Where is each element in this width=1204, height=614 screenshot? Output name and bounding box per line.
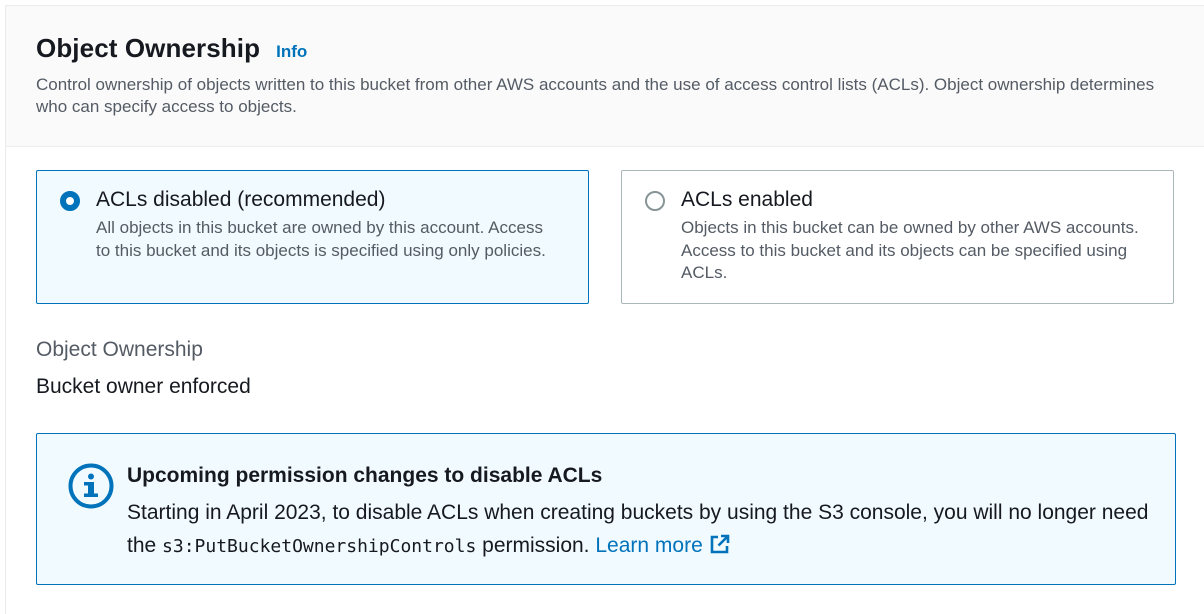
title-row: Object Ownership Info [36,33,307,64]
alert-permission-code: s3:PutBucketOwnershipControls [162,536,477,557]
acls-enabled-radio[interactable] [645,191,665,211]
alert-title: Upcoming permission changes to disable A… [127,464,603,487]
alert-body-text-end: permission. [476,534,596,557]
acls-disabled-description: All objects in this bucket are owned by … [96,218,546,260]
info-circle-icon [68,463,114,509]
info-alert: Upcoming permission changes to disable A… [36,433,1176,585]
ownership-field-label: Object Ownership [36,338,203,361]
section-description: Control ownership of objects written to … [36,75,1155,116]
acls-enabled-label: ACLs enabled [681,188,813,211]
alert-body: Starting in April 2023, to disable ACLs … [127,496,1157,563]
learn-more-link[interactable]: Learn more [595,534,730,557]
acls-disabled-radio[interactable] [60,191,80,211]
section-title: Object Ownership [36,33,261,63]
external-link-icon [710,534,730,554]
ownership-field-value: Bucket owner enforced [36,375,251,398]
acls-disabled-tile[interactable]: ACLs disabled (recommended) All objects … [36,170,589,304]
info-link[interactable]: Info [276,42,307,62]
acls-disabled-label: ACLs disabled (recommended) [96,188,386,211]
acls-enabled-description: Objects in this bucket can be owned by o… [681,218,1139,282]
learn-more-label: Learn more [595,534,703,557]
acls-enabled-tile[interactable]: ACLs enabled Objects in this bucket can … [621,170,1174,304]
object-ownership-panel: Object Ownership Info Control ownership … [5,5,1204,614]
panel-header: Object Ownership Info Control ownership … [6,6,1204,147]
